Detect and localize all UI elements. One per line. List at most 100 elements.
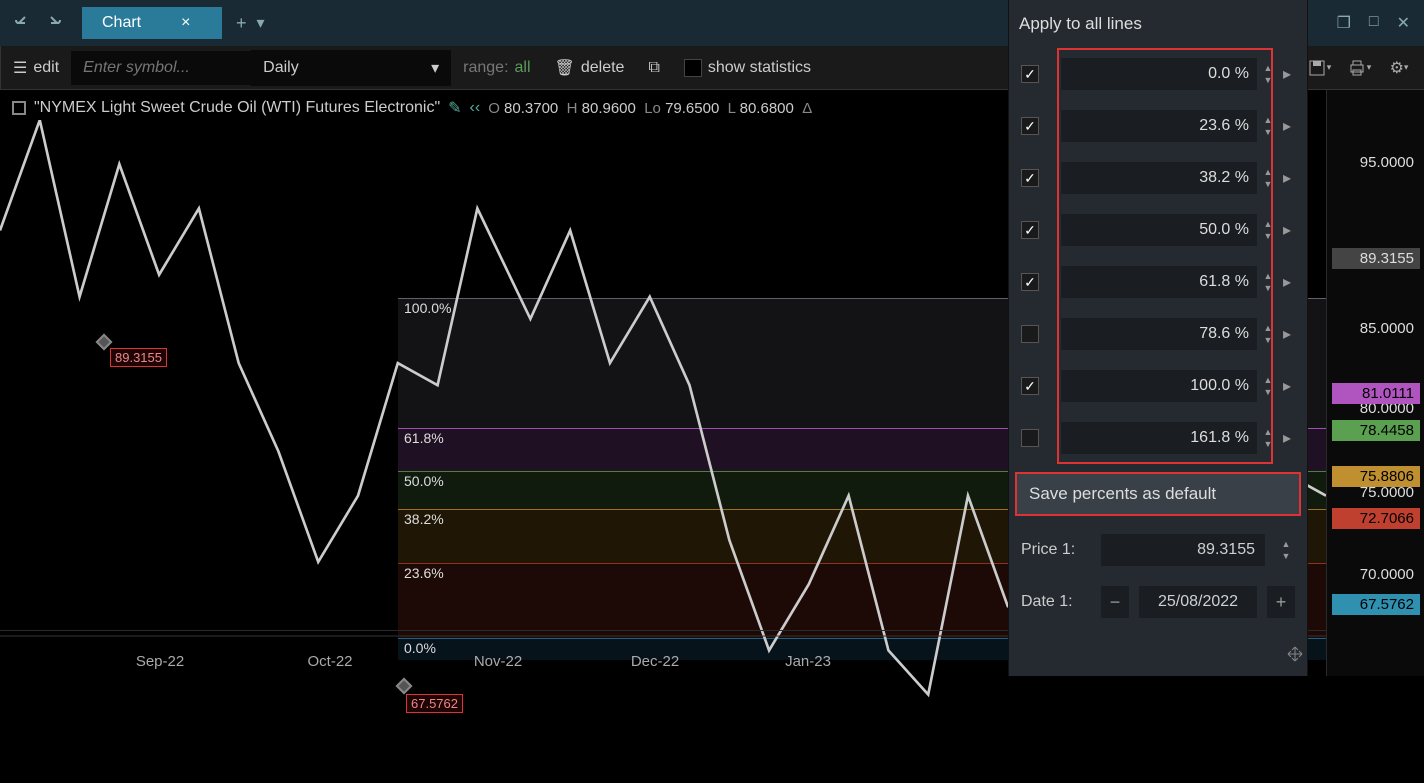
resize-handle-icon[interactable] bbox=[1284, 643, 1306, 670]
price-fib-tag: 81.0111 bbox=[1332, 383, 1420, 404]
fib-row-checkbox[interactable]: ✓ bbox=[1021, 169, 1039, 187]
price-fib-tag: 67.5762 bbox=[1332, 594, 1420, 615]
fib-percent-input[interactable]: 23.6 % bbox=[1061, 110, 1257, 142]
fib-anchor-high-label: 89.3155 bbox=[110, 348, 167, 367]
copy-button[interactable]: ⧉ bbox=[636, 46, 671, 89]
fib-settings-panel: Apply to all lines ✓ 0.0 % ▲ ▼ ▸ ✓ 23.6 … bbox=[1008, 0, 1308, 676]
edit-button[interactable]: ☰ edit bbox=[0, 46, 71, 89]
date1-input[interactable]: 25/08/2022 bbox=[1139, 586, 1257, 618]
fib-percent-input[interactable]: 161.8 % bbox=[1061, 422, 1257, 454]
expand-icon[interactable]: ▸ bbox=[1283, 324, 1301, 344]
panel-title: Apply to all lines bbox=[1009, 0, 1307, 48]
time-tick: Jan-23 bbox=[785, 653, 831, 670]
fib-anchor-low-label: 67.5762 bbox=[406, 694, 463, 713]
save-icon[interactable]: ▾ bbox=[1304, 53, 1334, 83]
time-tick: Dec-22 bbox=[631, 653, 679, 670]
fib-percent-input[interactable]: 78.6 % bbox=[1061, 318, 1257, 350]
print-icon[interactable]: ▾ bbox=[1344, 53, 1374, 83]
series-checkbox[interactable] bbox=[12, 101, 26, 115]
spinner-up[interactable]: ▲ bbox=[1259, 375, 1277, 385]
expand-icon[interactable]: ▸ bbox=[1283, 116, 1301, 136]
date1-plus[interactable]: + bbox=[1267, 586, 1295, 618]
expand-icon[interactable]: ▸ bbox=[1283, 428, 1301, 448]
period-label: Daily bbox=[263, 59, 299, 77]
fib-row-checkbox[interactable]: ✓ bbox=[1021, 221, 1039, 239]
add-tab-button[interactable]: + bbox=[236, 13, 247, 34]
spinner-down[interactable]: ▼ bbox=[1259, 179, 1277, 189]
spinner-down[interactable]: ▼ bbox=[1259, 283, 1277, 293]
fib-row-checkbox[interactable]: ✓ bbox=[1021, 273, 1039, 291]
expand-icon[interactable]: ▸ bbox=[1283, 376, 1301, 396]
spinner-up[interactable]: ▲ bbox=[1259, 115, 1277, 125]
range-label: range: bbox=[463, 59, 508, 77]
maximize-window-icon[interactable]: □ bbox=[1369, 13, 1379, 33]
copy-icon: ⧉ bbox=[648, 59, 659, 77]
fib-percent-input[interactable]: 61.8 % bbox=[1061, 266, 1257, 298]
expand-icon[interactable]: ▸ bbox=[1283, 272, 1301, 292]
period-select[interactable]: Daily ▾ bbox=[251, 50, 451, 86]
fib-percent-input[interactable]: 50.0 % bbox=[1061, 214, 1257, 246]
fib-row-checkbox[interactable] bbox=[1021, 429, 1039, 447]
price-fib-tag: 78.4458 bbox=[1332, 420, 1420, 441]
tab-label: Chart bbox=[102, 14, 141, 32]
series-title: "NYMEX Light Sweet Crude Oil (WTI) Futur… bbox=[34, 99, 440, 117]
stats-label: show statistics bbox=[708, 59, 811, 77]
time-tick: Sep-22 bbox=[136, 653, 184, 670]
fib-row-checkbox[interactable]: ✓ bbox=[1021, 377, 1039, 395]
delete-button[interactable]: 🗑 delete bbox=[543, 46, 637, 89]
show-statistics-toggle[interactable]: show statistics bbox=[672, 46, 823, 89]
price-fib-tag: 75.8806 bbox=[1332, 466, 1420, 487]
price-fib-tag: 72.7066 bbox=[1332, 508, 1420, 529]
close-window-icon[interactable]: ✕ bbox=[1397, 13, 1410, 33]
save-percents-button[interactable]: Save percents as default bbox=[1015, 472, 1301, 516]
fib-row-checkbox[interactable]: ✓ bbox=[1021, 117, 1039, 135]
price-tick: 85.0000 bbox=[1332, 318, 1420, 339]
list-icon: ☰ bbox=[13, 58, 27, 78]
spinner-up[interactable]: ▲ bbox=[1259, 427, 1277, 437]
spinner-up[interactable]: ▲ bbox=[1259, 63, 1277, 73]
fib-row-checkbox[interactable]: ✓ bbox=[1021, 65, 1039, 83]
price1-label: Price 1: bbox=[1021, 541, 1091, 559]
fib-percent-input[interactable]: 100.0 % bbox=[1061, 370, 1257, 402]
price-axis: 95.0000 89.3155 85.0000 80.0000 75.0000 … bbox=[1326, 90, 1424, 676]
price1-input[interactable]: 89.3155 bbox=[1101, 534, 1265, 566]
fib-percent-input[interactable]: 38.2 % bbox=[1061, 162, 1257, 194]
price1-up[interactable]: ▲ bbox=[1277, 539, 1295, 549]
expand-icon[interactable]: ▸ bbox=[1283, 220, 1301, 240]
tab-chart[interactable]: Chart × bbox=[82, 7, 222, 39]
price-tick: 95.0000 bbox=[1332, 152, 1420, 173]
expand-icon[interactable]: ▸ bbox=[1283, 64, 1301, 84]
spinner-up[interactable]: ▲ bbox=[1259, 271, 1277, 281]
checkbox-icon bbox=[684, 59, 702, 77]
spinner-down[interactable]: ▼ bbox=[1259, 75, 1277, 85]
date1-minus[interactable]: − bbox=[1101, 586, 1129, 618]
gear-icon[interactable]: ⚙▾ bbox=[1384, 53, 1414, 83]
spinner-down[interactable]: ▼ bbox=[1259, 387, 1277, 397]
symbol-input[interactable] bbox=[71, 51, 251, 85]
restore-window-icon[interactable]: ❐ bbox=[1337, 13, 1351, 33]
collapse-icon: ‹‹ bbox=[470, 99, 481, 117]
spinner-up[interactable]: ▲ bbox=[1259, 323, 1277, 333]
fib-percent-input[interactable]: 0.0 % bbox=[1061, 58, 1257, 90]
spinner-down[interactable]: ▼ bbox=[1259, 439, 1277, 449]
close-icon[interactable]: × bbox=[181, 14, 190, 32]
chart-header: "NYMEX Light Sweet Crude Oil (WTI) Futur… bbox=[12, 98, 812, 118]
price1-down[interactable]: ▼ bbox=[1277, 551, 1295, 561]
ohlc-readout: O 80.3700 H 80.9600 Lo 79.6500 L 80.6800… bbox=[488, 100, 812, 117]
edit-label: edit bbox=[33, 59, 59, 77]
spinner-up[interactable]: ▲ bbox=[1259, 167, 1277, 177]
forward-button[interactable] bbox=[40, 9, 68, 37]
price-tick: 70.0000 bbox=[1332, 564, 1420, 585]
time-tick: Nov-22 bbox=[474, 653, 522, 670]
tab-dropdown-button[interactable]: ▾ bbox=[257, 13, 265, 33]
spinner-down[interactable]: ▼ bbox=[1259, 335, 1277, 345]
back-button[interactable] bbox=[8, 9, 36, 37]
expand-icon[interactable]: ▸ bbox=[1283, 168, 1301, 188]
price-highlight: 89.3155 bbox=[1332, 248, 1420, 269]
fib-row-checkbox[interactable] bbox=[1021, 325, 1039, 343]
spinner-down[interactable]: ▼ bbox=[1259, 231, 1277, 241]
spinner-up[interactable]: ▲ bbox=[1259, 219, 1277, 229]
range-value[interactable]: all bbox=[515, 59, 531, 77]
chevron-down-icon: ▾ bbox=[431, 58, 439, 78]
spinner-down[interactable]: ▼ bbox=[1259, 127, 1277, 137]
